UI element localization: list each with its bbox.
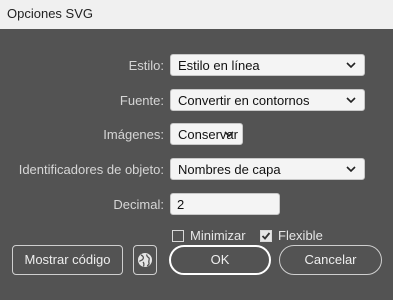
style-select-value: Estilo en línea bbox=[178, 58, 260, 73]
minimize-checkbox-box[interactable] bbox=[172, 229, 184, 242]
ok-button[interactable]: OK bbox=[169, 245, 271, 275]
object-ids-label: Identificadores de objeto: bbox=[18, 162, 164, 177]
svg-options-dialog: Estilo: Estilo en línea Fuente: Converti… bbox=[0, 29, 393, 300]
decimal-label: Decimal: bbox=[113, 197, 164, 212]
font-label: Fuente: bbox=[119, 93, 164, 108]
chevron-down-icon bbox=[224, 131, 234, 137]
images-select[interactable]: Conservar bbox=[170, 123, 243, 145]
checkmark-icon bbox=[261, 231, 271, 240]
decimal-input[interactable]: 2 bbox=[170, 193, 280, 215]
minimize-checkbox[interactable]: Minimizar bbox=[172, 228, 246, 243]
chevron-down-icon bbox=[346, 97, 356, 103]
minimize-label: Minimizar bbox=[190, 228, 246, 243]
cancel-button[interactable]: Cancelar bbox=[279, 245, 382, 275]
decimal-input-value: 2 bbox=[177, 197, 185, 212]
flexible-checkbox-box[interactable] bbox=[260, 229, 272, 242]
chevron-down-icon bbox=[346, 166, 356, 172]
font-select[interactable]: Convertir en contornos bbox=[170, 89, 365, 111]
flexible-checkbox[interactable]: Flexible bbox=[260, 228, 323, 243]
object-ids-select-value: Nombres de capa bbox=[178, 162, 281, 177]
web-preview-button[interactable] bbox=[133, 245, 157, 275]
flexible-label: Flexible bbox=[278, 228, 323, 243]
font-select-value: Convertir en contornos bbox=[178, 93, 310, 108]
show-code-button[interactable]: Mostrar código bbox=[12, 245, 123, 275]
object-ids-select[interactable]: Nombres de capa bbox=[170, 158, 365, 180]
globe-icon bbox=[138, 253, 152, 267]
style-select[interactable]: Estilo en línea bbox=[170, 54, 365, 76]
chevron-down-icon bbox=[346, 62, 356, 68]
style-label: Estilo: bbox=[128, 58, 164, 73]
title-bar: Opciones SVG bbox=[0, 0, 393, 29]
window-title: Opciones SVG bbox=[7, 6, 93, 21]
images-label: Imágenes: bbox=[103, 127, 164, 142]
